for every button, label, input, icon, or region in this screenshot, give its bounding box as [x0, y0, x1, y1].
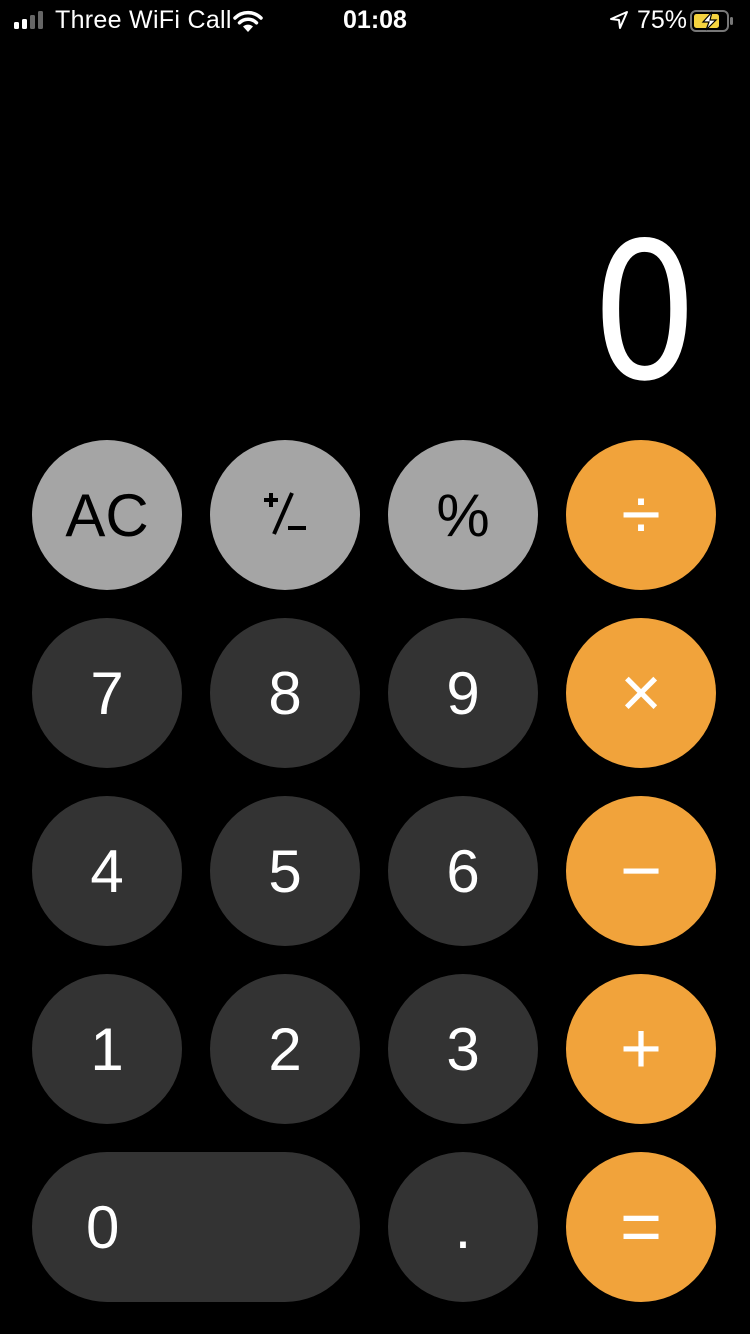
- digit-8-button[interactable]: 8: [210, 618, 360, 768]
- digit-5-button[interactable]: 5: [210, 796, 360, 946]
- equals-button[interactable]: =: [566, 1152, 716, 1302]
- digit-9-button[interactable]: 9: [388, 618, 538, 768]
- percent-button[interactable]: %: [388, 440, 538, 590]
- divide-button[interactable]: ÷: [566, 440, 716, 590]
- decimal-button[interactable]: .: [388, 1152, 538, 1302]
- digit-0-button[interactable]: 0: [32, 1152, 360, 1302]
- subtract-button[interactable]: −: [566, 796, 716, 946]
- multiply-button[interactable]: ×: [566, 618, 716, 768]
- add-button[interactable]: +: [566, 974, 716, 1124]
- digit-1-button[interactable]: 1: [32, 974, 182, 1124]
- digit-4-button[interactable]: 4: [32, 796, 182, 946]
- location-arrow-icon: [610, 11, 628, 29]
- plus-minus-button[interactable]: [210, 440, 360, 590]
- digit-7-button[interactable]: 7: [32, 618, 182, 768]
- battery-percentage: 75%: [637, 6, 688, 34]
- battery-charging-icon: [690, 10, 733, 32]
- digit-6-button[interactable]: 6: [388, 796, 538, 946]
- result-display: 0: [591, 202, 698, 423]
- plus-minus-icon: [264, 492, 306, 535]
- all-clear-button[interactable]: AC: [32, 440, 182, 590]
- digit-3-button[interactable]: 3: [388, 974, 538, 1124]
- status-bar: Three WiFi Call 01:08 75%: [0, 0, 750, 42]
- digit-2-button[interactable]: 2: [210, 974, 360, 1124]
